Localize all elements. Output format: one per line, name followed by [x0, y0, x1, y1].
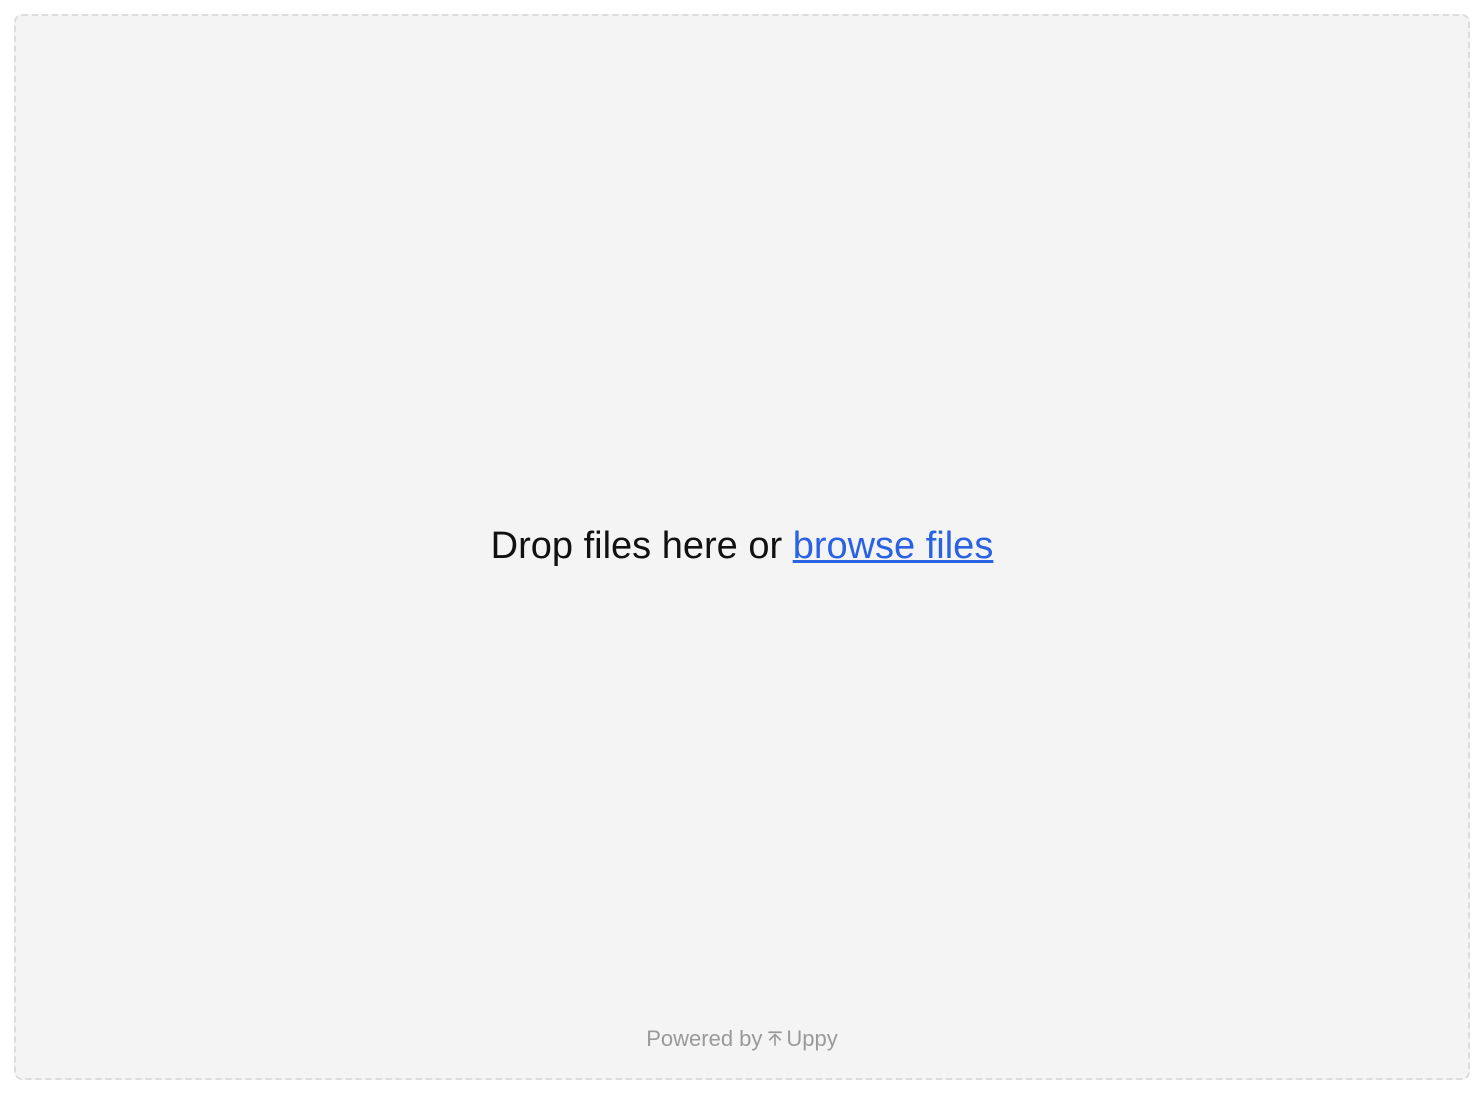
upload-dashboard[interactable]: Drop files here or browse files Powered …	[14, 14, 1470, 1080]
drop-hint-prefix: Drop files here or	[491, 525, 793, 567]
drop-hint: Drop files here or browse files	[491, 522, 994, 571]
browse-files-link[interactable]: browse files	[793, 525, 994, 567]
powered-by-footer: Powered by Uppy	[16, 1026, 1468, 1052]
powered-by-label: Powered by	[646, 1026, 762, 1052]
uppy-up-arrow-icon	[766, 1030, 784, 1048]
uppy-link[interactable]: Uppy	[766, 1026, 837, 1052]
uppy-brand-name: Uppy	[786, 1026, 837, 1052]
